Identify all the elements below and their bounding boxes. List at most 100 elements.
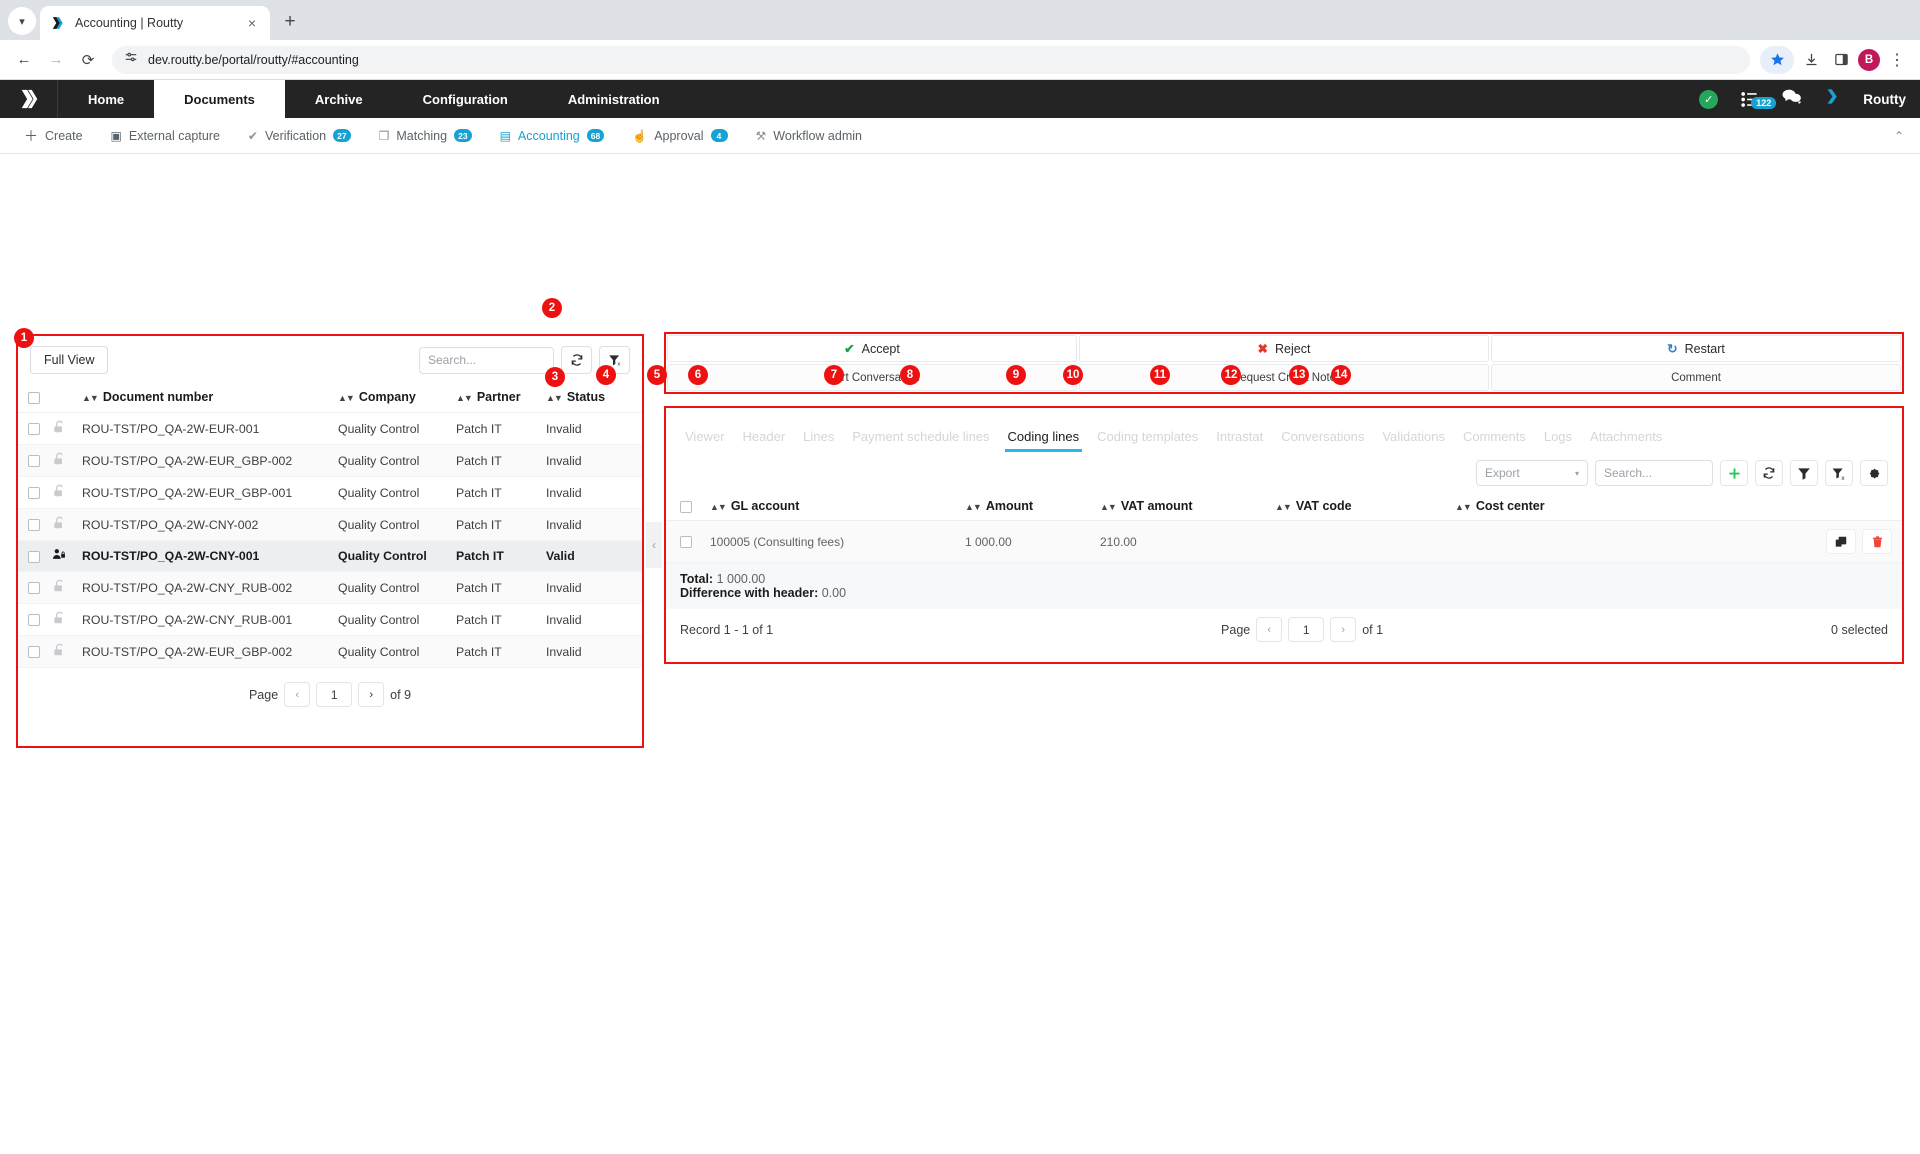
page-number-input[interactable]: 1 — [1288, 617, 1324, 642]
refresh-icon[interactable] — [561, 346, 592, 374]
full-view-button[interactable]: Full View — [30, 346, 108, 374]
request-credit-note-button[interactable]: Request Credit Note — [1079, 364, 1489, 391]
reload-icon[interactable]: ⟳ — [74, 46, 102, 74]
gear-icon[interactable] — [1860, 460, 1888, 486]
bookmark-star-icon[interactable] — [1760, 46, 1794, 74]
tasks-list-icon[interactable]: 122 — [1740, 90, 1759, 109]
panel-collapse-handle[interactable]: ‹ — [646, 522, 662, 568]
tab-lines[interactable]: Lines — [794, 429, 843, 452]
column-vat-code[interactable]: ▲▼VAT code — [1271, 492, 1451, 521]
browser-tab[interactable]: Accounting | Routty × — [40, 6, 270, 40]
restart-button[interactable]: ↻ Restart — [1491, 335, 1901, 362]
close-icon[interactable]: × — [244, 14, 260, 32]
site-settings-icon[interactable] — [124, 50, 138, 69]
table-row[interactable]: ROU-TST/PO_QA-2W-CNY-001Quality ControlP… — [18, 541, 642, 572]
profile-avatar[interactable]: B — [1858, 49, 1880, 71]
tab-coding-templates[interactable]: Coding templates — [1088, 429, 1207, 452]
row-checkbox[interactable] — [28, 582, 40, 594]
duplicate-icon[interactable] — [1826, 529, 1856, 554]
prev-page-button[interactable]: ‹ — [1256, 617, 1282, 642]
coding-lines-search-input[interactable]: Search... — [1595, 460, 1713, 486]
app-logo-icon[interactable] — [0, 80, 58, 118]
tab-search-button[interactable]: ▾ — [8, 7, 36, 35]
next-page-button[interactable]: › — [358, 682, 384, 707]
workflow-item-workflow-admin[interactable]: ⚒ Workflow admin — [742, 129, 876, 143]
column-partner[interactable]: ▲▼Partner — [452, 382, 542, 413]
row-checkbox[interactable] — [28, 487, 40, 499]
workflow-item-verification[interactable]: ✔ Verification 27 — [234, 129, 365, 143]
column-gl-account[interactable]: ▲▼GL account — [706, 492, 961, 521]
row-checkbox[interactable] — [28, 551, 40, 563]
row-checkbox[interactable] — [28, 614, 40, 626]
row-checkbox[interactable] — [28, 646, 40, 658]
workflow-item-create[interactable]: ＋ Create — [10, 126, 97, 146]
workflow-item-approval[interactable]: ☝ Approval 4 — [618, 129, 741, 143]
delete-icon[interactable] — [1862, 529, 1892, 554]
row-checkbox[interactable] — [28, 455, 40, 467]
tab-comments[interactable]: Comments — [1454, 429, 1535, 452]
tab-logs[interactable]: Logs — [1535, 429, 1581, 452]
new-tab-button[interactable]: + — [276, 8, 304, 36]
column-cost-center[interactable]: ▲▼Cost center — [1451, 492, 1802, 521]
column-label: Company — [359, 390, 416, 404]
conversations-icon[interactable] — [1781, 88, 1802, 111]
forward-icon[interactable]: → — [42, 46, 70, 74]
nav-item-configuration[interactable]: Configuration — [393, 80, 538, 118]
row-checkbox[interactable] — [680, 536, 692, 548]
select-all-checkbox[interactable] — [28, 392, 40, 404]
column-document-number[interactable]: ▲▼Document number — [78, 382, 334, 413]
reject-button[interactable]: ✖ Reject — [1079, 335, 1489, 362]
comment-button[interactable]: Comment — [1491, 364, 1901, 391]
workflow-item-accounting[interactable]: ▤ Accounting 68 — [486, 129, 619, 143]
workflow-item-matching[interactable]: ❐ Matching 23 — [365, 129, 486, 143]
brand-name[interactable]: Routty — [1863, 92, 1906, 107]
status-ok-icon[interactable]: ✓ — [1699, 90, 1718, 109]
accept-button[interactable]: ✔ Accept — [667, 335, 1077, 362]
column-company[interactable]: ▲▼Company — [334, 382, 452, 413]
prev-page-button[interactable]: ‹ — [284, 682, 310, 707]
table-row[interactable]: ROU-TST/PO_QA-2W-EUR_GBP-001Quality Cont… — [18, 477, 642, 509]
cell-vat-amount: 210.00 — [1096, 521, 1271, 563]
page-number-input[interactable]: 1 — [316, 682, 352, 707]
collapse-toolbar-icon[interactable]: ⌃ — [1894, 129, 1920, 143]
table-row[interactable]: ROU-TST/PO_QA-2W-EUR_GBP-002Quality Cont… — [18, 445, 642, 477]
filter-icon[interactable] — [1790, 460, 1818, 486]
tab-intrastat[interactable]: Intrastat — [1207, 429, 1272, 452]
workflow-item-external-capture[interactable]: ▣ External capture — [97, 129, 234, 143]
table-row[interactable]: ROU-TST/PO_QA-2W-EUR_GBP-002Quality Cont… — [18, 636, 642, 668]
tab-coding-lines[interactable]: Coding lines — [999, 429, 1089, 452]
select-all-checkbox[interactable] — [680, 501, 692, 513]
add-icon[interactable] — [1720, 460, 1748, 486]
brand-logo-icon[interactable] — [1824, 87, 1841, 111]
tab-conversations[interactable]: Conversations — [1272, 429, 1373, 452]
side-panel-icon[interactable] — [1828, 47, 1854, 73]
download-icon[interactable] — [1798, 47, 1824, 73]
export-dropdown[interactable]: Export ▾ — [1476, 460, 1588, 486]
nav-item-home[interactable]: Home — [58, 80, 154, 118]
row-checkbox[interactable] — [28, 519, 40, 531]
nav-item-documents[interactable]: Documents — [154, 80, 285, 118]
table-row[interactable]: ROU-TST/PO_QA-2W-CNY_RUB-001Quality Cont… — [18, 604, 642, 636]
nav-item-administration[interactable]: Administration — [538, 80, 690, 118]
table-row[interactable]: 100005 (Consulting fees)1 000.00210.00 — [666, 521, 1902, 563]
document-search-input[interactable]: Search... — [419, 347, 554, 374]
clear-filter-icon[interactable]: x — [1825, 460, 1853, 486]
column-amount[interactable]: ▲▼Amount — [961, 492, 1096, 521]
tab-attachments[interactable]: Attachments — [1581, 429, 1671, 452]
table-row[interactable]: ROU-TST/PO_QA-2W-CNY_RUB-002Quality Cont… — [18, 572, 642, 604]
refresh-icon[interactable] — [1755, 460, 1783, 486]
tab-payment-schedule-lines[interactable]: Payment schedule lines — [843, 429, 998, 452]
tab-header[interactable]: Header — [734, 429, 795, 452]
browser-menu-icon[interactable]: ⋮ — [1884, 47, 1910, 73]
cell-cost-center — [1451, 521, 1802, 563]
back-icon[interactable]: ← — [10, 46, 38, 74]
table-row[interactable]: ROU-TST/PO_QA-2W-EUR-001Quality ControlP… — [18, 413, 642, 445]
column-vat-amount[interactable]: ▲▼VAT amount — [1096, 492, 1271, 521]
next-page-button[interactable]: › — [1330, 617, 1356, 642]
table-row[interactable]: ROU-TST/PO_QA-2W-CNY-002Quality ControlP… — [18, 509, 642, 541]
tab-validations[interactable]: Validations — [1373, 429, 1454, 452]
tab-viewer[interactable]: Viewer — [676, 429, 734, 452]
nav-item-archive[interactable]: Archive — [285, 80, 393, 118]
address-bar[interactable]: dev.routty.be/portal/routty/#accounting — [112, 46, 1750, 74]
row-checkbox[interactable] — [28, 423, 40, 435]
